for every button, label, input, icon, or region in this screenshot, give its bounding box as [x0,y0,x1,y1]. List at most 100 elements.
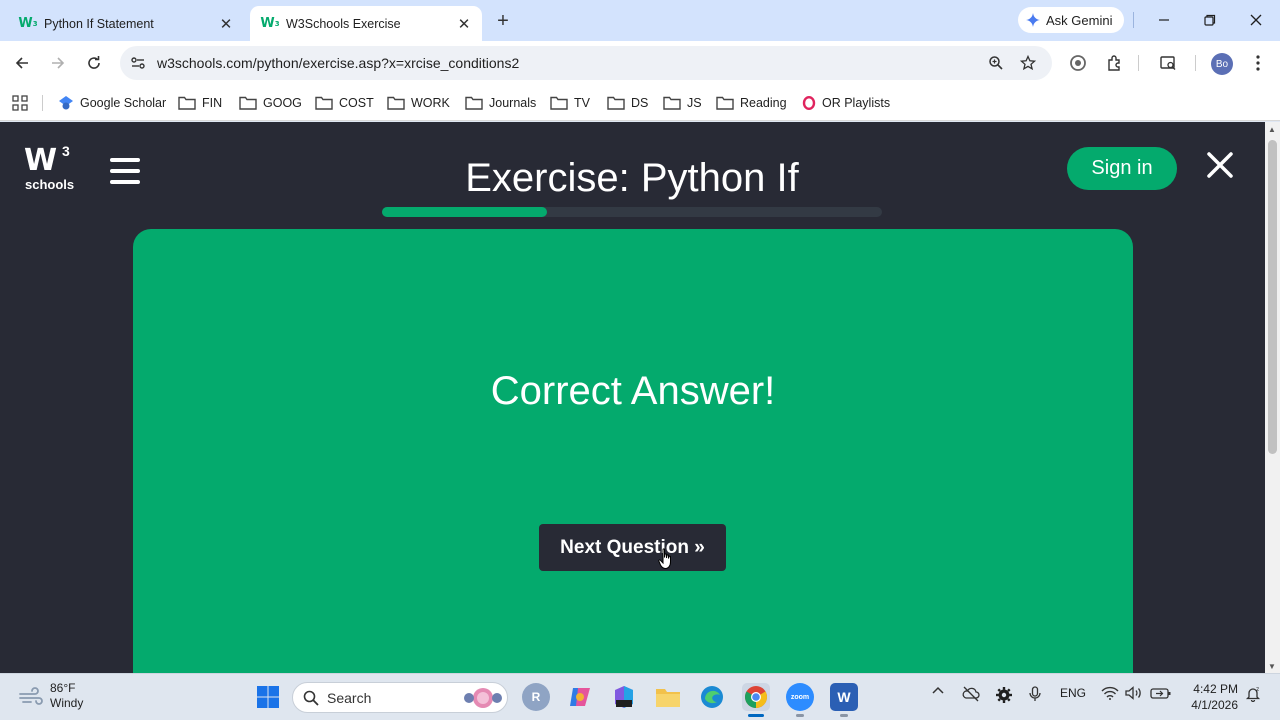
divider [1195,55,1196,71]
tab-title: W3Schools Exercise [286,16,401,31]
bookmark-label: DS [631,96,649,110]
tab-search-icon[interactable] [1156,51,1180,75]
file-explorer-icon[interactable] [654,683,682,711]
bookmark-folder-fin[interactable]: FIN [178,93,222,113]
zoom-app-icon[interactable]: zoom [786,683,814,711]
bookmark-star-icon[interactable] [1020,55,1036,71]
word-icon[interactable]: W [830,683,858,711]
bookmark-label: WORK [411,96,450,110]
taskbar-clock[interactable]: 4:42 PM 4/1/2026 [1186,681,1238,713]
folder-icon [716,96,734,110]
page-scrollbar[interactable]: ▲ ▼ [1265,122,1280,673]
r-app-icon[interactable]: R [522,683,550,711]
close-tab-icon[interactable]: ✕ [216,14,236,34]
next-question-button[interactable]: Next Question » [539,524,726,571]
exercise-title: Exercise: Python If [465,156,799,200]
bookmark-folder-journals[interactable]: Journals [465,93,536,113]
divider [1133,12,1134,28]
divider [42,95,43,111]
folder-icon [178,96,196,110]
folder-icon [550,96,568,110]
weather-description: Windy [50,696,84,710]
bookmark-folder-js[interactable]: JS [663,93,702,113]
svg-text:z: z [1256,686,1259,693]
hand-cursor-icon [658,548,671,570]
google-scholar-icon [58,95,74,111]
edge-icon[interactable] [698,683,726,711]
close-window-icon[interactable] [1243,8,1269,32]
apps-grid-icon[interactable] [12,93,28,113]
restore-icon[interactable] [1197,8,1223,32]
copilot-icon[interactable] [566,683,594,711]
scroll-down-arrow-icon[interactable]: ▼ [1268,662,1276,671]
new-tab-button[interactable]: + [492,10,514,32]
bookmark-or-playlists[interactable]: OR Playlists [802,93,890,113]
hamburger-menu-icon[interactable] [110,158,140,184]
battery-icon[interactable] [1150,686,1172,700]
reload-icon[interactable] [82,51,106,75]
running-app-indicator [840,714,848,717]
profile-avatar[interactable]: Bo [1211,53,1233,75]
microphone-icon[interactable] [1027,686,1043,702]
volume-icon[interactable] [1125,686,1143,700]
site-info-icon[interactable] [130,55,146,71]
folder-icon [607,96,625,110]
active-app-indicator [748,714,764,717]
search-icon [303,690,319,706]
bookmark-folder-ds[interactable]: DS [607,93,648,113]
minimize-icon[interactable] [1151,8,1177,32]
folder-icon [239,96,257,110]
zoom-icon[interactable] [988,55,1004,71]
folder-icon [465,96,483,110]
chrome-taskbar-icon[interactable] [742,683,770,711]
gemini-sparkle-icon [1026,13,1040,27]
bookmark-folder-goog[interactable]: GOOG [239,93,302,113]
url-text: w3schools.com/python/exercise.asp?x=xrci… [157,55,520,71]
tab-title: Python If Statement [44,16,154,31]
taskbar-search-box[interactable]: Search [292,682,508,713]
scroll-up-arrow-icon[interactable]: ▲ [1268,125,1276,134]
ask-gemini-label: Ask Gemini [1046,12,1113,28]
windows-start-icon[interactable] [254,683,282,711]
clock-date: 4/1/2026 [1191,698,1238,712]
language-indicator[interactable]: ENG [1058,686,1088,700]
folder-icon [315,96,333,110]
m365-icon[interactable] [610,683,638,711]
tab-python-if-statement[interactable]: W3 Python If Statement ✕ [8,6,244,41]
w3schools-favicon-icon: W3 [18,16,38,31]
bookmark-label: Reading [740,96,787,110]
weather-widget[interactable]: 86°F Windy [18,681,83,711]
bookmark-label: GOOG [263,96,302,110]
tab-w3schools-exercise[interactable]: W3 W3Schools Exercise ✕ [250,6,482,41]
address-bar[interactable]: w3schools.com/python/exercise.asp?x=xrci… [120,46,1052,80]
progress-fill [382,207,547,217]
close-tab-icon[interactable]: ✕ [454,14,474,34]
bookmark-label: COST [339,96,374,110]
folder-icon [663,96,681,110]
bookmark-folder-work[interactable]: WORK [387,93,450,113]
onedrive-offline-icon[interactable] [961,686,981,702]
extensions-puzzle-icon[interactable] [1103,51,1127,75]
weather-temperature: 86°F [50,681,76,695]
notifications-bell-icon[interactable]: z [1244,686,1262,702]
settings-gear-icon[interactable] [994,686,1014,704]
windows-taskbar: 86°F Windy Search R zoom W ENG 4:42 PM 4… [0,673,1280,720]
bookmark-label: OR Playlists [822,96,891,110]
ask-gemini-button[interactable]: Ask Gemini [1018,7,1124,33]
bookmark-google-scholar[interactable]: Google Scholar [58,93,166,113]
bookmark-folder-tv[interactable]: TV [550,93,590,113]
bookmark-folder-cost[interactable]: COST [315,93,374,113]
forward-icon[interactable] [46,51,70,75]
running-app-indicator [796,714,804,717]
wifi-icon[interactable] [1101,686,1119,700]
chrome-menu-icon[interactable] [1246,51,1270,75]
close-exercise-icon[interactable] [1204,149,1236,181]
sign-in-button[interactable]: Sign in [1067,147,1177,190]
extension-circle-icon[interactable] [1066,51,1090,75]
logo-superscript: 3 [62,143,70,159]
scrollbar-thumb[interactable] [1268,140,1277,454]
bookmark-folder-reading[interactable]: Reading [716,93,787,113]
back-icon[interactable] [10,51,34,75]
show-hidden-icons-chevron-icon[interactable] [930,686,946,694]
w3schools-logo[interactable]: W 3 schools [24,143,76,194]
